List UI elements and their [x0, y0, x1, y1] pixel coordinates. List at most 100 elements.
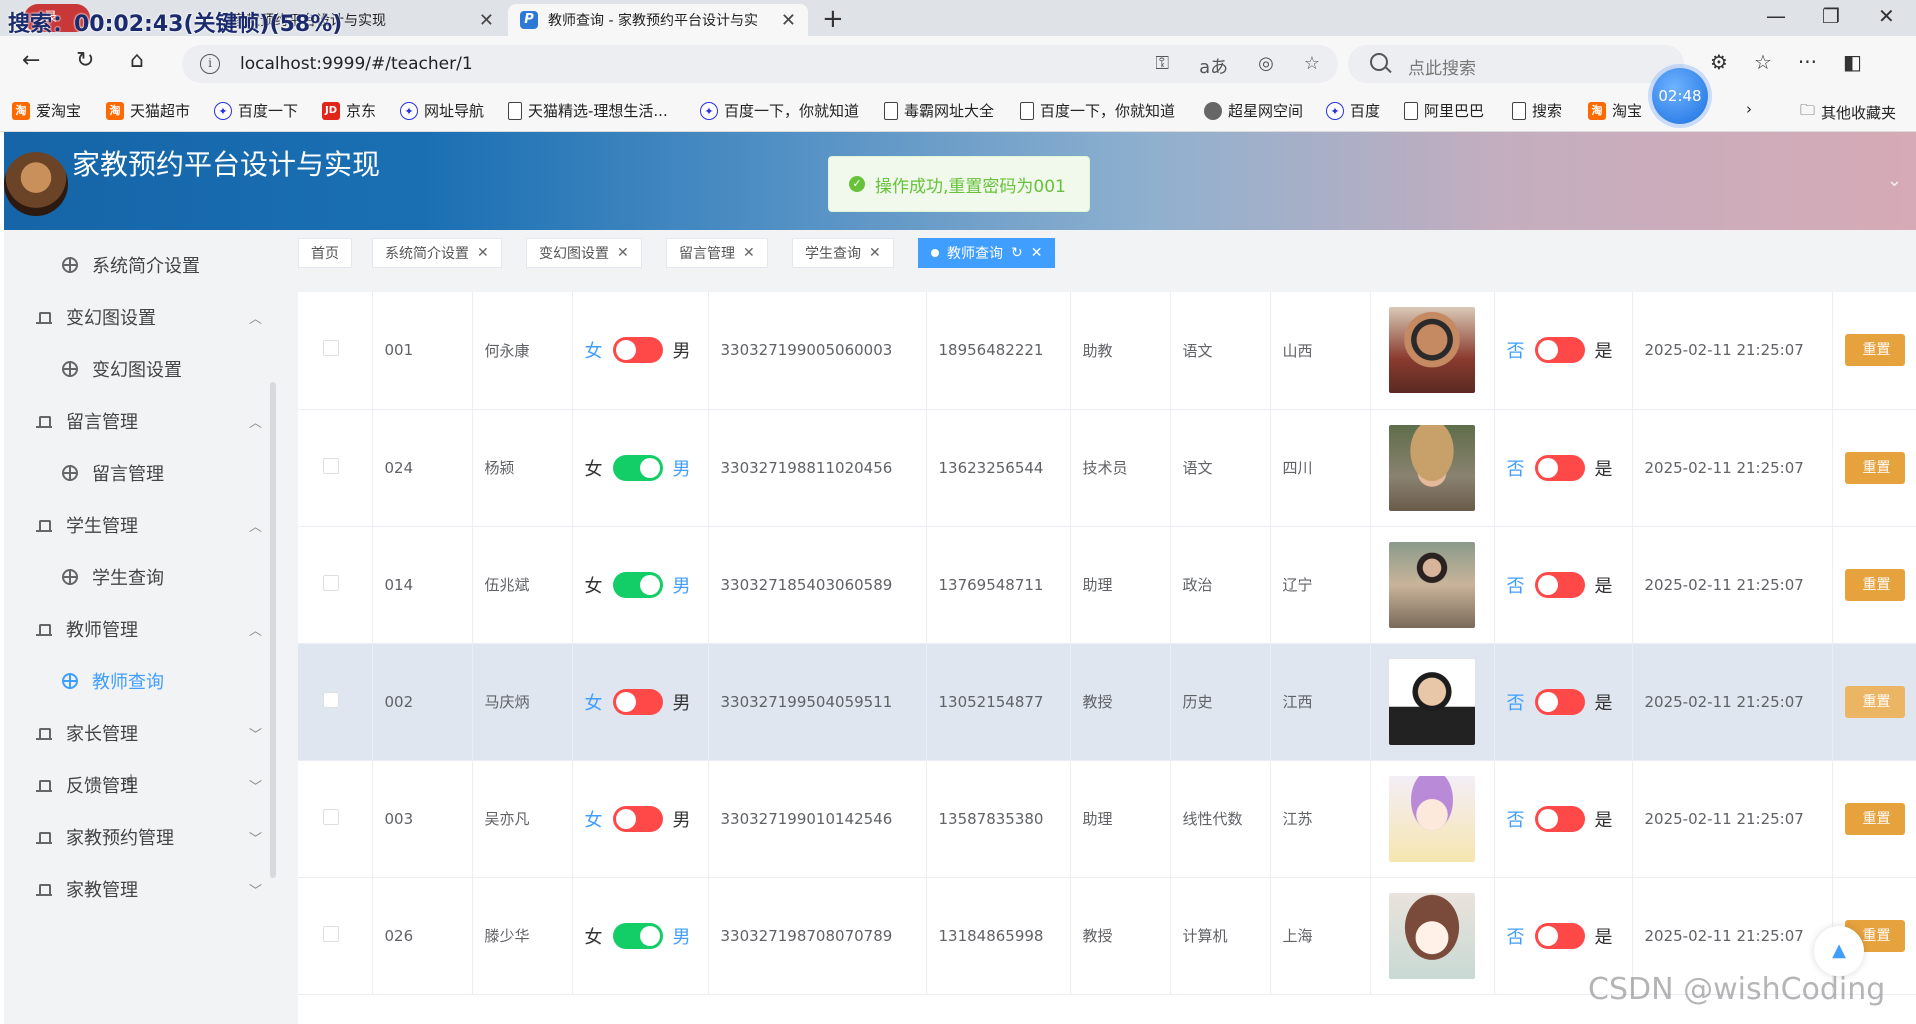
- sidebar-item-carousel[interactable]: 变幻图设置: [62, 354, 262, 384]
- gender-toggle[interactable]: [612, 688, 663, 715]
- recommend-toggle[interactable]: [1534, 922, 1585, 949]
- home-icon[interactable]: ⌂: [130, 48, 144, 73]
- gender-switch[interactable]: 女 男: [585, 805, 691, 832]
- teacher-photo[interactable]: [1389, 775, 1475, 862]
- sidebar-group-feedback[interactable]: 反馈管理 ﹀: [36, 770, 262, 800]
- more-menu-icon[interactable]: ···: [1798, 50, 1817, 74]
- row-checkbox[interactable]: [323, 925, 339, 942]
- recommend-toggle[interactable]: [1534, 571, 1585, 598]
- table-row[interactable]: 003 吴亦凡 女 男 330327199010142546 135878353…: [298, 760, 1916, 878]
- sidebar-toggle-icon[interactable]: ◧: [1843, 50, 1862, 74]
- bookmark-item[interactable]: 百度一下，你就知道: [1020, 100, 1175, 121]
- reload-icon[interactable]: ↻: [76, 48, 94, 73]
- sidebar-group-teachers[interactable]: 教师管理 ︿: [36, 614, 262, 644]
- table-row[interactable]: 014 伍兆斌 女 男 330327185403060589 137695487…: [298, 526, 1916, 644]
- refresh-icon[interactable]: ↻: [1011, 245, 1023, 261]
- recommend-switch[interactable]: 否 是: [1507, 688, 1613, 715]
- sidebar-group-tutor-booking[interactable]: 家教预约管理 ﹀: [36, 822, 262, 852]
- recommend-switch[interactable]: 否 是: [1507, 454, 1613, 481]
- sidebar-item-teacher-query[interactable]: 教师查询: [62, 666, 262, 696]
- row-checkbox[interactable]: [323, 691, 339, 708]
- gender-toggle[interactable]: [612, 337, 663, 364]
- gender-switch[interactable]: 女 男: [585, 688, 691, 715]
- gender-switch[interactable]: 女 男: [585, 571, 691, 598]
- bookmark-item[interactable]: 毒霸网址大全: [884, 100, 994, 121]
- sidebar-group-students[interactable]: 学生管理 ︿: [36, 510, 262, 540]
- reset-password-button[interactable]: 重置: [1844, 685, 1905, 718]
- bookmark-item[interactable]: 淘淘宝: [1588, 100, 1642, 121]
- teacher-photo[interactable]: [1389, 424, 1475, 511]
- close-icon[interactable]: ✕: [869, 245, 881, 261]
- gender-switch[interactable]: 女 男: [585, 922, 691, 949]
- sidebar-group-messages[interactable]: 留言管理 ︿: [36, 406, 262, 436]
- teacher-photo[interactable]: [1389, 658, 1475, 745]
- row-checkbox[interactable]: [323, 457, 339, 474]
- browser-tab-active[interactable]: P 教师查询 - 家教预约平台设计与实 ✕: [508, 4, 808, 36]
- recommend-switch[interactable]: 否 是: [1507, 922, 1613, 949]
- favorite-star-icon[interactable]: ☆: [1304, 53, 1320, 79]
- recommend-toggle[interactable]: [1534, 337, 1585, 364]
- recommend-toggle[interactable]: [1534, 688, 1585, 715]
- row-checkbox[interactable]: [323, 808, 339, 825]
- bookmark-item[interactable]: 搜索: [1512, 100, 1562, 121]
- close-icon[interactable]: ✕: [479, 10, 494, 31]
- minimize-icon[interactable]: —: [1766, 4, 1786, 28]
- recommend-toggle[interactable]: [1534, 454, 1585, 481]
- row-checkbox[interactable]: [323, 574, 339, 591]
- collections-icon[interactable]: ☆: [1754, 50, 1772, 74]
- bookmark-item[interactable]: JD 京东: [322, 100, 376, 121]
- read-aloud-icon[interactable]: aあ: [1199, 53, 1228, 79]
- window-close-icon[interactable]: ✕: [1878, 4, 1895, 28]
- reset-password-button[interactable]: 重置: [1844, 451, 1905, 484]
- teacher-photo[interactable]: [1389, 307, 1475, 394]
- table-row[interactable]: 002 马庆炳 女 男 330327199504059511 130521548…: [298, 643, 1916, 761]
- close-icon[interactable]: ✕: [477, 245, 489, 261]
- recommend-switch[interactable]: 否 是: [1507, 337, 1613, 364]
- bookmark-item[interactable]: 淘天猫超市: [106, 100, 190, 121]
- recommend-switch[interactable]: 否 是: [1507, 571, 1613, 598]
- restore-icon[interactable]: ❐: [1822, 4, 1840, 28]
- tag-messages[interactable]: 留言管理 ✕: [666, 238, 768, 268]
- gender-switch[interactable]: 女 男: [585, 337, 691, 364]
- sidebar-item-student-query[interactable]: 学生查询: [62, 562, 262, 592]
- sidebar-group-tutoring[interactable]: 家教管理 ﹀: [36, 874, 262, 904]
- teacher-photo[interactable]: [1389, 892, 1475, 979]
- gender-toggle[interactable]: [612, 922, 663, 949]
- recommend-switch[interactable]: 否 是: [1507, 805, 1613, 832]
- sidebar-item-messages[interactable]: 留言管理: [62, 458, 262, 488]
- row-checkbox[interactable]: [323, 340, 339, 357]
- tag-student-query[interactable]: 学生查询 ✕: [792, 238, 894, 268]
- table-row[interactable]: 024 杨颍 女 男 330327198811020456 1362325654…: [298, 409, 1916, 527]
- url-field[interactable]: i localhost:9999/#/teacher/1 ⚿ aあ ◎ ☆: [182, 45, 1338, 83]
- search-input[interactable]: 点此搜索: [1348, 45, 1684, 83]
- reset-password-button[interactable]: 重置: [1844, 802, 1905, 835]
- chevron-down-icon[interactable]: ⌄: [1887, 170, 1902, 191]
- reset-password-button[interactable]: 重置: [1844, 568, 1905, 601]
- gender-toggle[interactable]: [612, 454, 663, 481]
- tag-teacher-query[interactable]: 教师查询 ↻ ✕: [918, 238, 1056, 268]
- extensions-icon[interactable]: ⚙: [1710, 50, 1728, 74]
- other-bookmarks[interactable]: 🗀 其他收藏夹: [1800, 100, 1896, 125]
- bookmark-item[interactable]: ✦ 网址导航: [400, 100, 484, 121]
- sidebar-item-system-intro[interactable]: 系统简介设置: [62, 250, 262, 280]
- new-tab-button[interactable]: +: [822, 4, 844, 34]
- gender-toggle[interactable]: [612, 571, 663, 598]
- table-row[interactable]: 001 何永康 女 男 330327199005060003 189564822…: [298, 292, 1916, 410]
- bookmark-item[interactable]: 超星网空间: [1204, 100, 1303, 121]
- site-info-icon[interactable]: i: [200, 54, 220, 74]
- gender-switch[interactable]: 女 男: [585, 454, 691, 481]
- recommend-toggle[interactable]: [1534, 805, 1585, 832]
- edge-icon[interactable]: ◎: [1258, 53, 1274, 79]
- bookmark-item[interactable]: 阿里巴巴: [1404, 100, 1484, 121]
- back-icon[interactable]: ←: [22, 48, 40, 73]
- key-icon[interactable]: ⚿: [1155, 53, 1169, 79]
- sidebar-group-parents[interactable]: 家长管理 ﹀: [36, 718, 262, 748]
- bookmark-item[interactable]: 天猫精选-理想生活...: [508, 100, 668, 121]
- teacher-photo[interactable]: [1389, 541, 1475, 628]
- sidebar-group-carousel[interactable]: 变幻图设置 ︿: [36, 302, 262, 332]
- close-icon[interactable]: ✕: [781, 10, 796, 31]
- bookmark-item[interactable]: ✦ 百度一下，你就知道: [700, 100, 859, 121]
- gender-toggle[interactable]: [612, 805, 663, 832]
- close-icon[interactable]: ✕: [743, 245, 755, 261]
- tag-home[interactable]: 首页: [298, 238, 352, 268]
